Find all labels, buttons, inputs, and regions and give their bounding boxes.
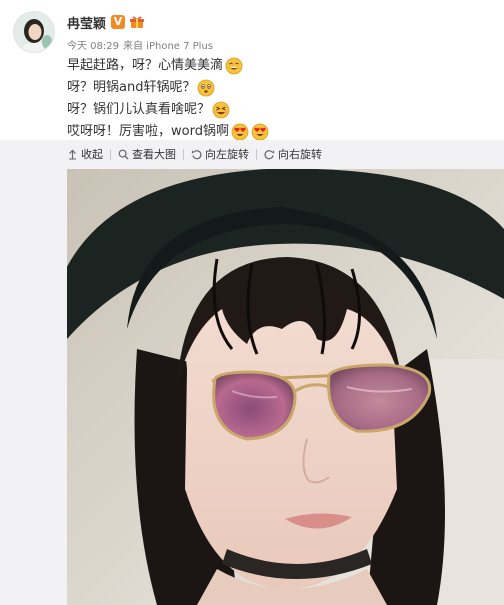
toolbar-divider	[183, 148, 184, 160]
post-meta: 今天 08:29 来自 iPhone 7 Plus	[67, 37, 213, 52]
view-large-button[interactable]: 查看大图	[118, 146, 176, 162]
user-avatar[interactable]	[13, 11, 55, 53]
avatar-image	[14, 12, 54, 52]
rotate-left-label: 向左旋转	[205, 148, 249, 161]
post-time[interactable]: 今天 08:29	[67, 41, 119, 52]
post-line-text: 早起赶路，呀？心情美美滴	[67, 58, 224, 73]
rotate-left-icon	[191, 149, 202, 159]
collapse-label: 收起	[81, 148, 103, 161]
collapse-arrow-icon	[69, 149, 76, 159]
grinning-face-icon	[225, 57, 243, 75]
toolbar-divider	[110, 148, 111, 160]
rotate-right-label: 向右旋转	[278, 148, 322, 161]
view-large-label: 查看大图	[132, 148, 176, 161]
post-line-text: 哎呀呀！厉害啦，word锅啊	[67, 124, 229, 139]
post-content: 早起赶路，呀？心情美美滴 呀？明锅and轩锅呢？ 呀？锅们儿认真看啥呢？ 哎呀呀…	[67, 55, 487, 143]
selfie-photo	[67, 169, 504, 605]
post-line-text: 呀？锅们儿认真看啥呢？	[67, 102, 211, 117]
heart-eyes-face-icon	[251, 123, 269, 141]
verified-badge[interactable]: V	[111, 15, 126, 29]
username[interactable]: 冉莹颖	[67, 13, 106, 32]
media-toolbar: 收起 查看大图 向左旋转 向右旋转	[67, 145, 322, 163]
squinting-face-icon	[212, 101, 230, 119]
post-photo[interactable]	[67, 169, 504, 605]
post-line-2: 呀？明锅and轩锅呢？	[67, 77, 487, 99]
search-icon	[118, 149, 129, 159]
toolbar-divider	[256, 148, 257, 160]
flushed-face-icon	[198, 79, 215, 97]
collapse-button[interactable]: 收起	[67, 146, 103, 162]
post-line-3: 呀？锅们儿认真看啥呢？	[67, 99, 487, 121]
post-line-text: 呀？明锅and轩锅呢？	[67, 80, 196, 95]
weibo-post: 冉莹颖 V 今天 08:29 来自 iPhone 7 Plus 早起赶路，呀？心情…	[0, 0, 504, 605]
gift-icon[interactable]	[129, 15, 145, 29]
post-source: 来自 iPhone 7 Plus	[123, 41, 214, 52]
rotate-right-icon	[264, 149, 275, 159]
name-row: 冉莹颖 V	[67, 13, 145, 32]
rotate-left-button[interactable]: 向左旋转	[191, 146, 249, 162]
heart-eyes-face-icon	[231, 123, 249, 141]
post-line-1: 早起赶路，呀？心情美美滴	[67, 55, 487, 77]
rotate-right-button[interactable]: 向右旋转	[264, 146, 322, 162]
